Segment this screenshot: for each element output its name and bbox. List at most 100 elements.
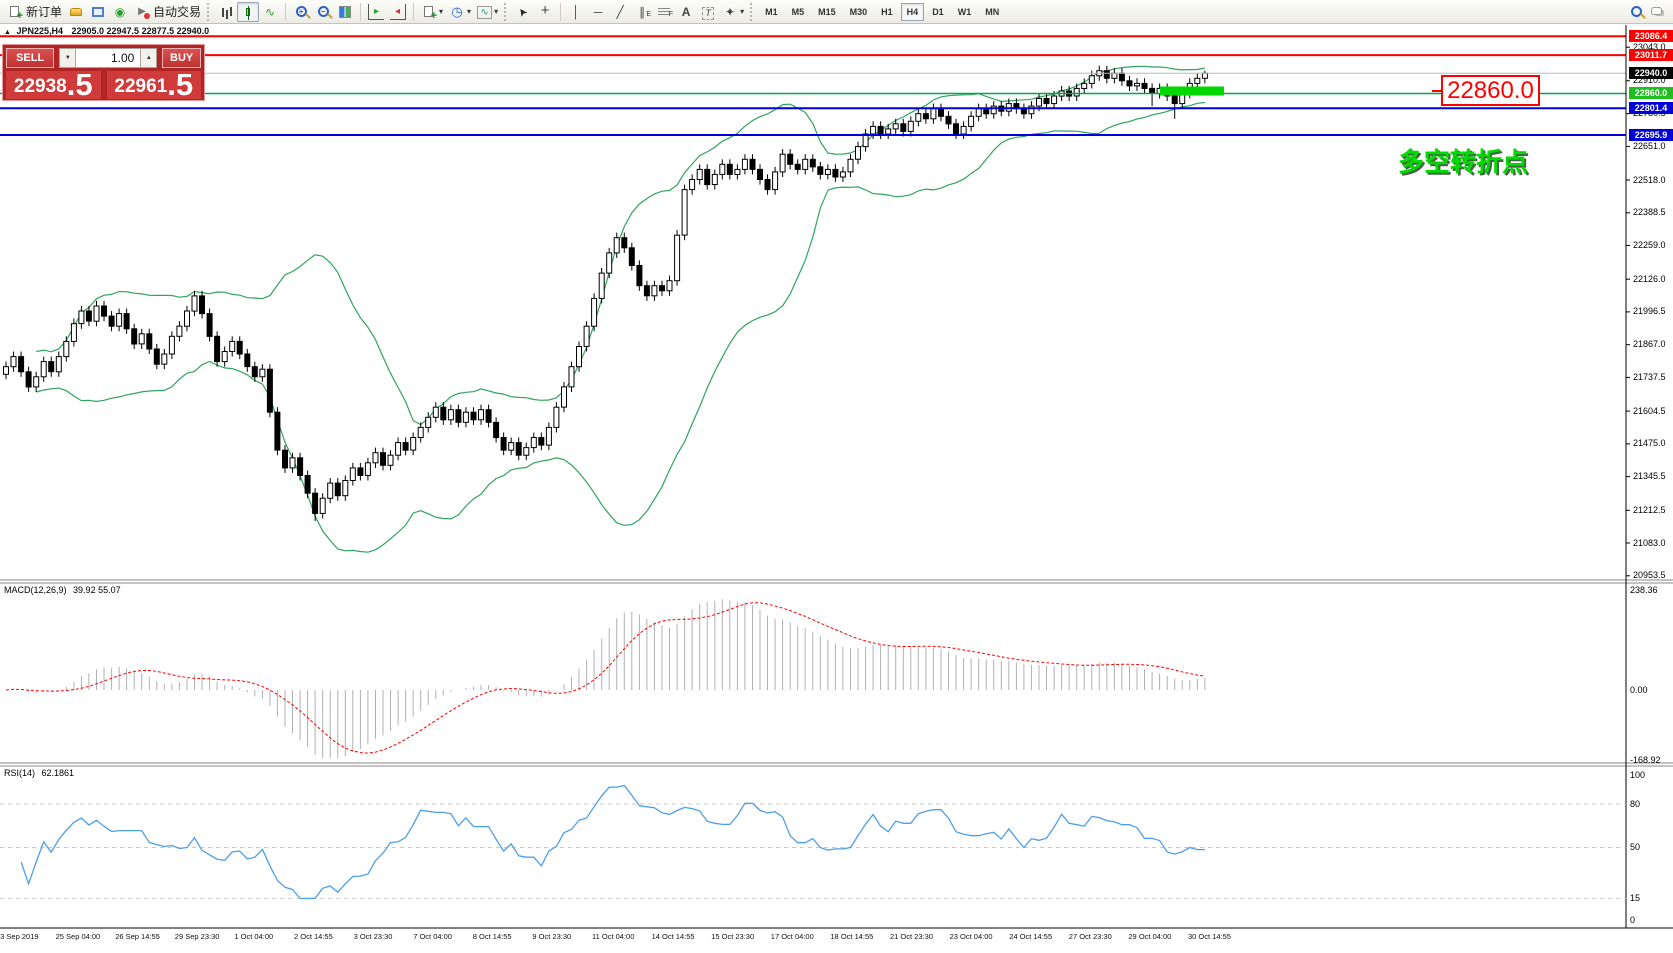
vertical-line-button[interactable]: │	[565, 2, 587, 22]
dropdown-arrow-icon: ▾	[740, 7, 744, 16]
crosshair-button[interactable]: +	[534, 2, 556, 22]
price-tag: 23011.7	[1629, 49, 1673, 61]
trade-panel-prices: 22938 .5 22961 .5	[3, 71, 204, 102]
symbol-marker-icon: ▲	[4, 29, 11, 36]
date-label: 24 Oct 14:55	[1009, 932, 1052, 941]
gold-market-icon	[68, 4, 84, 20]
chart-title: ▲ JPN225,H4 22905.0 22947.5 22877.5 2294…	[4, 26, 209, 36]
new-order-button[interactable]: + 新订单	[4, 2, 65, 22]
price-tick: 21475.0	[1633, 438, 1666, 448]
timeframe-m5[interactable]: M5	[786, 3, 811, 21]
timeframe-m15[interactable]: M15	[812, 3, 842, 21]
signals-button[interactable]: ◉	[109, 2, 131, 22]
autotrading-label: 自动交易	[153, 3, 201, 20]
date-label: 25 Sep 04:00	[56, 932, 101, 941]
horizontal-line-icon: ─	[590, 4, 606, 20]
text-button[interactable]: A	[675, 2, 697, 22]
zoom-out-button[interactable]: −	[312, 2, 334, 22]
new-order-icon: +	[7, 4, 23, 20]
timeframe-mn[interactable]: MN	[979, 3, 1005, 21]
zoom-in-icon: +	[296, 6, 307, 17]
turning-point-note[interactable]: 多空转折点	[1398, 142, 1528, 179]
crosshair-icon: +	[537, 4, 553, 20]
indicators-button[interactable]: ∿ ▾	[474, 2, 501, 22]
sell-button[interactable]: SELL	[6, 48, 54, 68]
auto-scroll-button[interactable]: ▸	[365, 2, 387, 22]
price-tick: 22518.0	[1633, 175, 1666, 185]
text-label-button[interactable]: T	[697, 2, 719, 22]
date-label: 23 Oct 04:00	[950, 932, 993, 941]
market-button[interactable]	[65, 2, 87, 22]
zoom-in-button[interactable]: +	[290, 2, 312, 22]
toolbar: + 新订单 ◉ ▶ 自动交易 ∿ + − ▸ ◂ + ▾ ◷	[0, 0, 1673, 24]
rsi-value: 62.1861	[42, 768, 75, 778]
candlestick-chart-button[interactable]	[237, 2, 259, 22]
price-tick: 21737.5	[1633, 372, 1666, 382]
sell-price-frac: .5	[67, 72, 93, 98]
date-label: 14 Oct 14:55	[652, 932, 695, 941]
zoom-out-icon: −	[318, 6, 329, 17]
horizontal-line-button[interactable]: ─	[587, 2, 609, 22]
autotrading-button[interactable]: ▶ 自动交易	[131, 2, 204, 22]
date-label: 17 Oct 04:00	[771, 932, 814, 941]
buy-price[interactable]: 22961 .5	[107, 71, 202, 99]
terminal-button[interactable]	[87, 2, 109, 22]
price-tick: 22259.0	[1633, 240, 1666, 250]
buy-price-frac: .5	[167, 72, 193, 98]
macd-label: MACD(12,26,9)	[4, 585, 67, 595]
timeframe-h1[interactable]: H1	[875, 3, 899, 21]
price-callout-box[interactable]: 22860.0	[1441, 75, 1540, 106]
chart-area[interactable]: 23043.022910.022780.522651.022518.022388…	[0, 24, 1673, 948]
timeframe-w1[interactable]: W1	[952, 3, 978, 21]
tile-windows-button[interactable]	[334, 2, 356, 22]
candlestick-chart-icon	[240, 4, 256, 20]
price-tag: 23086.4	[1629, 30, 1673, 42]
price-tag: 22940.0	[1629, 67, 1673, 79]
cursor-button[interactable]: ➤	[512, 2, 534, 22]
price-tick: 20953.5	[1633, 570, 1666, 580]
price-tick: 21212.5	[1633, 505, 1666, 515]
buy-button[interactable]: BUY	[162, 48, 201, 68]
chat-button[interactable]	[1647, 2, 1669, 22]
fibonacci-button[interactable]: F	[653, 2, 675, 22]
volume-decrease-button[interactable]: ▼	[59, 48, 76, 68]
volume-input[interactable]: 1.00	[76, 48, 140, 68]
chart-shift-icon: ◂	[390, 4, 406, 20]
dropdown-arrow-icon: ▾	[494, 7, 498, 16]
date-label: 8 Oct 14:55	[473, 932, 512, 941]
toolbar-grip	[207, 3, 210, 21]
price-tick: 21604.5	[1633, 406, 1666, 416]
new-order-label: 新订单	[26, 3, 62, 20]
chart-shift-button[interactable]: ◂	[387, 2, 409, 22]
toolbar-separator	[560, 3, 561, 21]
rsi-axis-label: 80	[1630, 799, 1640, 809]
timeframe-d1[interactable]: D1	[926, 3, 950, 21]
channel-button[interactable]: ∥E	[631, 2, 653, 22]
date-label: 29 Sep 23:30	[175, 932, 220, 941]
text-label-icon: T	[700, 4, 716, 20]
date-label: 2 Oct 14:55	[294, 932, 333, 941]
trendline-button[interactable]: ╱	[609, 2, 631, 22]
date-label: 23 Sep 2019	[0, 932, 39, 941]
line-chart-button[interactable]: ∿	[259, 2, 281, 22]
shapes-button[interactable]: ✦ ▾	[719, 2, 747, 22]
volume-increase-button[interactable]: ▲	[140, 48, 157, 68]
vertical-line-icon: │	[568, 4, 584, 20]
price-tick: 22388.5	[1633, 207, 1666, 217]
buy-price-main: 22961	[114, 76, 167, 98]
indicators-icon: ∿	[477, 6, 492, 19]
equidistant-channel-icon: ∥E	[634, 4, 650, 20]
new-chart-button[interactable]: + ▾	[418, 2, 446, 22]
macd-axis-label: 0.00	[1630, 685, 1648, 695]
bar-chart-button[interactable]	[215, 2, 237, 22]
timeframe-m1[interactable]: M1	[759, 3, 784, 21]
date-label: 11 Oct 04:00	[592, 932, 634, 941]
clock-icon: ◷	[449, 4, 465, 20]
timeframe-h4[interactable]: H4	[901, 3, 925, 21]
periods-button[interactable]: ◷ ▾	[446, 2, 474, 22]
search-button[interactable]	[1625, 2, 1647, 22]
timeframe-m30[interactable]: M30	[844, 3, 874, 21]
sell-price[interactable]: 22938 .5	[6, 71, 101, 99]
date-label: 1 Oct 04:00	[234, 932, 273, 941]
trendline-icon: ╱	[612, 4, 628, 20]
